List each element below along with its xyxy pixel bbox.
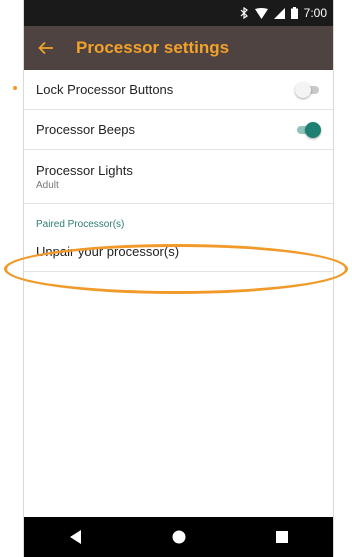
page-title: Processor settings xyxy=(76,38,230,57)
lock-buttons-toggle[interactable] xyxy=(295,81,321,98)
processor-lights-label: Processor Lights xyxy=(36,162,133,178)
navigation-bar xyxy=(24,517,333,557)
status-bar: 7:00 xyxy=(24,0,333,26)
recents-square-icon[interactable] xyxy=(262,517,302,557)
paired-processors-header: Paired Processor(s) xyxy=(36,219,125,230)
processor-lights-row[interactable]: Processor Lights Adult xyxy=(24,150,333,204)
toggle-thumb xyxy=(305,121,321,138)
back-triangle-icon[interactable] xyxy=(56,517,96,557)
processor-beeps-label: Processor Beeps xyxy=(36,122,135,137)
toggle-thumb xyxy=(295,81,311,98)
status-time: 7:00 xyxy=(303,6,327,20)
annotation-dot xyxy=(13,86,17,90)
beeps-toggle[interactable] xyxy=(295,121,321,138)
lock-processor-buttons-label: Lock Processor Buttons xyxy=(36,82,174,97)
battery-icon xyxy=(290,7,298,19)
signal-icon xyxy=(273,7,285,19)
bluetooth-icon xyxy=(240,7,249,19)
processor-beeps-row[interactable]: Processor Beeps xyxy=(24,110,333,150)
wifi-icon xyxy=(254,7,268,19)
processor-lights-value: Adult xyxy=(36,179,59,191)
settings-list: Lock Processor Buttons Processor Beeps P… xyxy=(24,70,333,272)
home-circle-icon[interactable] xyxy=(159,517,199,557)
highlight-ellipse xyxy=(4,244,348,294)
back-arrow-icon[interactable] xyxy=(26,26,66,70)
lock-processor-buttons-row[interactable]: Lock Processor Buttons xyxy=(24,70,333,110)
app-bar: Processor settings xyxy=(24,26,333,70)
